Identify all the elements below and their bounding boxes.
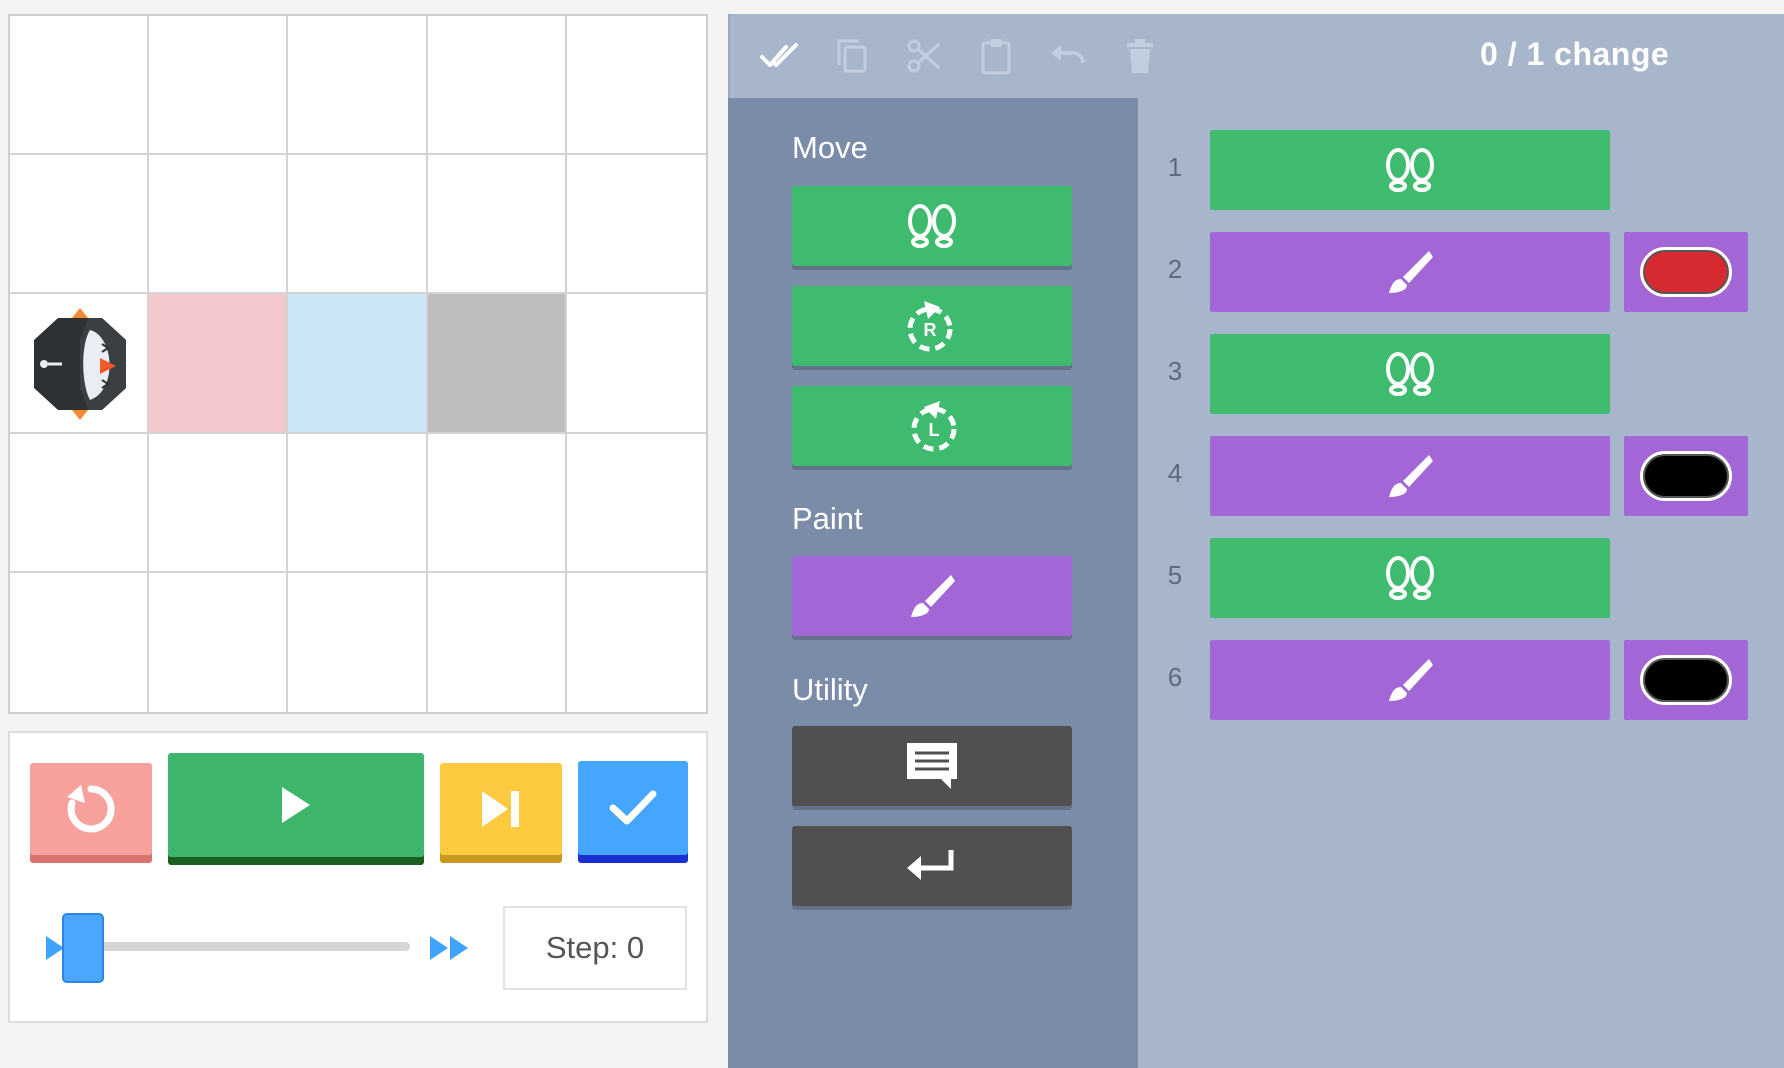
reset-button[interactable] <box>30 763 152 855</box>
category-label-move: Move <box>792 130 868 165</box>
paste-button[interactable] <box>974 34 1018 78</box>
grid-cell <box>566 155 706 295</box>
paintbrush-icon <box>911 575 955 617</box>
line-number: 1 <box>1167 152 1183 182</box>
line-number: 3 <box>1167 356 1183 386</box>
check-button[interactable] <box>578 761 688 855</box>
grid-cell <box>427 433 567 573</box>
grid-cell <box>427 155 567 295</box>
footsteps-icon <box>1386 148 1434 192</box>
grid-cell <box>427 16 567 156</box>
toolbox-return-block[interactable] <box>792 826 1072 906</box>
color-swatch <box>1640 247 1732 297</box>
grid-cell <box>566 434 706 573</box>
copy-icon <box>837 39 867 73</box>
rotate-right-icon: R <box>907 301 953 352</box>
program-move-block[interactable] <box>1210 538 1610 618</box>
undo-icon <box>1051 45 1085 64</box>
step-counter: Step: 0 <box>503 906 687 990</box>
toolbox-turn-right-block[interactable]: R <box>792 286 1072 366</box>
paintbrush-icon <box>1389 251 1433 293</box>
comment-icon <box>907 743 957 789</box>
line-number: 5 <box>1167 560 1183 590</box>
toolbox-paint-block[interactable] <box>792 556 1072 636</box>
grid-cell <box>288 572 428 712</box>
select-all-icon <box>760 43 798 67</box>
toolbox-move-block[interactable] <box>792 186 1072 266</box>
puffin-robot-icon <box>34 308 126 421</box>
toolbox-comment-block[interactable] <box>792 726 1072 806</box>
grid-cell <box>10 572 150 712</box>
workspace-toolbar: 0 / 1 change <box>728 14 1784 98</box>
speed-slider-track[interactable] <box>70 942 410 951</box>
rotate-left-icon: L <box>911 401 957 452</box>
grid-cell <box>566 294 706 434</box>
check-icon <box>609 790 657 825</box>
category-label-paint: Paint <box>792 501 863 536</box>
paint-color-selector[interactable] <box>1624 232 1748 312</box>
step-forward-icon <box>482 791 519 827</box>
footsteps-icon <box>908 204 956 248</box>
line-number: 2 <box>1167 254 1183 284</box>
copy-button[interactable] <box>830 34 874 78</box>
program-area: 1 2 3 4 5 6 <box>1138 98 1784 1068</box>
program-paint-block[interactable] <box>1210 232 1610 312</box>
select-all-button[interactable] <box>758 34 802 78</box>
delete-icon <box>1127 39 1153 73</box>
reset-icon <box>67 785 115 833</box>
paintbrush-icon <box>1389 659 1433 701</box>
paint-color-selector[interactable] <box>1624 436 1748 516</box>
grid-cell <box>10 155 150 295</box>
paste-icon <box>981 39 1011 75</box>
rotate-right-letter: R <box>924 320 937 340</box>
category-label-utility: Utility <box>792 672 868 707</box>
program-move-block[interactable] <box>1210 130 1610 210</box>
grid-cell <box>288 433 428 573</box>
grid-cell <box>567 573 706 712</box>
grid-cell <box>149 155 289 295</box>
grid-cell <box>10 16 150 156</box>
grid-cell <box>10 433 150 573</box>
play-icon <box>282 787 310 823</box>
grid-cell <box>149 16 289 156</box>
grid-cell <box>427 294 567 434</box>
program-paint-block[interactable] <box>1210 640 1610 720</box>
return-icon <box>907 850 954 880</box>
code-workspace: 0 / 1 change Move R L Paint Utility 1 2 … <box>728 14 1784 1068</box>
playback-controls: Step: 0 <box>8 731 708 1023</box>
grid-cell <box>288 294 428 434</box>
toolbox-turn-left-block[interactable]: L <box>792 386 1072 466</box>
program-move-block[interactable] <box>1210 334 1610 414</box>
grid-cell <box>428 572 567 712</box>
line-number: 4 <box>1167 458 1183 488</box>
grid-cell <box>288 155 428 295</box>
color-swatch <box>1640 655 1732 705</box>
block-toolbox: Move R L Paint Utility <box>728 98 1138 1068</box>
footsteps-icon <box>1386 352 1434 396</box>
fast-forward-icon <box>430 936 468 960</box>
color-swatch <box>1640 451 1732 501</box>
speed-slider-thumb[interactable] <box>62 913 104 983</box>
run-button[interactable] <box>168 753 424 857</box>
cut-icon <box>907 39 941 73</box>
footsteps-icon <box>1386 556 1434 600</box>
program-paint-block[interactable] <box>1210 436 1610 516</box>
paintbrush-icon <box>1389 455 1433 497</box>
paint-color-selector[interactable] <box>1624 640 1748 720</box>
rotate-left-letter: L <box>929 420 940 440</box>
grid-cell <box>566 16 706 156</box>
undo-button[interactable] <box>1046 34 1090 78</box>
grid-cell <box>149 572 289 712</box>
delete-button[interactable] <box>1118 34 1162 78</box>
game-grid <box>8 14 708 714</box>
grid-cell <box>149 294 289 434</box>
cut-button[interactable] <box>902 34 946 78</box>
grid-cell <box>10 294 150 434</box>
changes-counter: 0 / 1 change <box>1480 36 1670 72</box>
grid-cell <box>288 16 428 156</box>
step-button[interactable] <box>440 763 562 855</box>
line-number: 6 <box>1167 662 1183 692</box>
grid-cell <box>149 433 289 573</box>
